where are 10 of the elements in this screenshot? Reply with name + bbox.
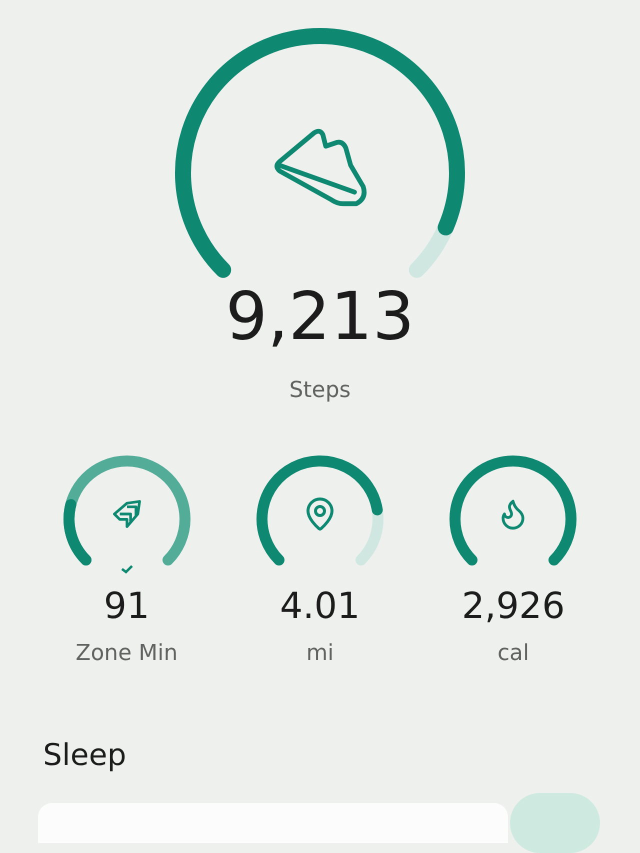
metric-value: 4.01 xyxy=(280,589,360,625)
section-title: Sleep xyxy=(43,738,126,773)
steps-count: 9,213 xyxy=(226,284,414,350)
metric-label: cal xyxy=(497,641,530,666)
metric-label: mi xyxy=(306,641,334,666)
check-icon xyxy=(120,564,134,574)
metric-value: 91 xyxy=(104,589,150,625)
metric-value: 2,926 xyxy=(462,589,565,625)
steps-label: Steps xyxy=(289,378,351,403)
metric-label: Zone Min xyxy=(76,641,178,666)
